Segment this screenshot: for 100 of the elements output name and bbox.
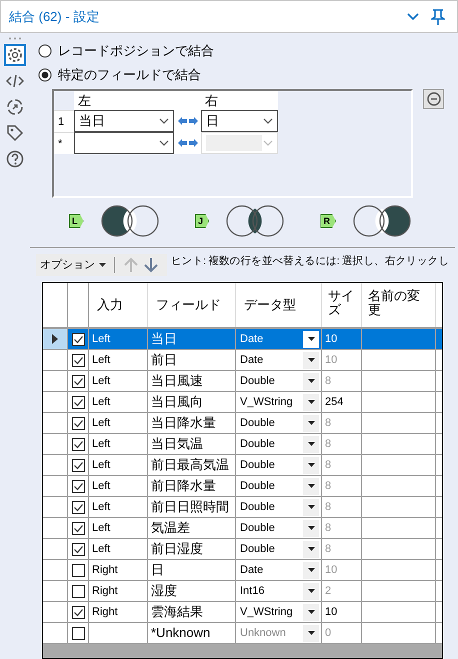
type-dropdown[interactable]: Date xyxy=(236,560,322,580)
dropdown-caret-icon xyxy=(308,526,314,530)
checkbox[interactable] xyxy=(72,500,84,514)
type-dropdown[interactable]: Double xyxy=(236,371,322,391)
type-dropdown[interactable]: Double xyxy=(236,497,322,517)
dropdown-caret-icon xyxy=(308,358,314,362)
table-cell: 当日風速 xyxy=(148,371,236,391)
table-cell: 0 xyxy=(322,623,362,643)
type-dropdown[interactable]: Int16 xyxy=(236,581,322,601)
table-cell: 日 xyxy=(148,560,236,580)
table-cell: 8 xyxy=(322,518,362,538)
table-row[interactable]: Left 気温差 Double 8 xyxy=(43,518,442,539)
checkbox[interactable] xyxy=(72,542,84,556)
table-row[interactable]: Right 雲海結果 V_WString 10 xyxy=(43,602,442,623)
double-arrow-icon xyxy=(176,116,198,126)
gear-icon xyxy=(6,46,24,64)
type-dropdown[interactable]: Double xyxy=(236,455,322,475)
column-header[interactable]: サイズ xyxy=(322,283,362,327)
table-row[interactable]: *Unknown Unknown 0 xyxy=(43,623,442,644)
type-dropdown[interactable]: Double xyxy=(236,434,322,454)
type-dropdown[interactable]: Date xyxy=(236,329,322,349)
table-cell: 前日日照時間 xyxy=(148,497,236,517)
right-field-dropdown[interactable]: 日 xyxy=(201,110,278,132)
table-row[interactable]: Left 当日気温 Double 8 xyxy=(43,434,442,455)
table-cell: 8 xyxy=(322,455,362,475)
type-dropdown[interactable]: Double xyxy=(236,539,322,559)
table-row[interactable]: Left 前日降水量 Double 8 xyxy=(43,476,442,497)
table-cell: 前日降水量 xyxy=(148,476,236,496)
table-row[interactable]: Left 当日風向 V_WString 254 xyxy=(43,392,442,413)
output-anchor[interactable]: L xyxy=(69,214,84,228)
column-header[interactable]: 入力 xyxy=(89,283,148,327)
checkbox[interactable] xyxy=(72,564,84,576)
table-cell: Right xyxy=(89,581,148,601)
table-row[interactable]: Left 当日降水量 Double 8 xyxy=(43,413,442,434)
sidebar-tab[interactable] xyxy=(4,44,26,66)
chevron-down-icon xyxy=(263,140,273,146)
table-cell: 8 xyxy=(322,539,362,559)
table-cell[interactable]: 10 xyxy=(322,602,362,622)
dropdown-caret-icon xyxy=(308,547,314,551)
checkbox[interactable] xyxy=(72,354,84,366)
type-dropdown[interactable]: V_WString xyxy=(236,602,322,622)
checkbox[interactable] xyxy=(72,438,84,450)
table-row[interactable]: Left 前日最高気温 Double 8 xyxy=(43,455,442,476)
double-arrow-icon xyxy=(176,138,198,148)
help-icon xyxy=(6,150,24,168)
checkbox[interactable] xyxy=(72,584,84,598)
table-cell[interactable]: 254 xyxy=(322,392,362,412)
checkbox[interactable] xyxy=(72,606,84,618)
table-row[interactable]: Left 前日日照時間 Double 8 xyxy=(43,497,442,518)
type-dropdown[interactable]: Double xyxy=(236,518,322,538)
column-header[interactable]: 名前の変更 xyxy=(362,283,436,327)
radio-option[interactable]: レコードポジションで結合 xyxy=(38,42,458,60)
table-cell: Right xyxy=(89,560,148,580)
checkbox[interactable] xyxy=(72,416,84,430)
dropdown-caret-icon xyxy=(308,505,314,509)
output-anchor[interactable]: J xyxy=(194,214,209,228)
table-row[interactable]: Left 前日 Date 10 xyxy=(43,350,442,371)
table-row[interactable]: Left 前日湿度 Double 8 xyxy=(43,539,442,560)
table-cell: 雲海結果 xyxy=(148,602,236,622)
type-dropdown[interactable]: V_WString xyxy=(236,392,322,412)
checkbox[interactable] xyxy=(72,374,84,388)
remove-button[interactable] xyxy=(423,89,444,109)
type-dropdown[interactable]: Date xyxy=(236,350,322,370)
tag-icon xyxy=(6,124,24,142)
output-anchor[interactable]: R xyxy=(320,214,336,228)
type-dropdown[interactable]: Double xyxy=(236,413,322,433)
dropdown-caret-icon xyxy=(308,442,314,446)
table-cell: 当日風向 xyxy=(148,392,236,412)
table-cell: 8 xyxy=(322,413,362,433)
checkbox[interactable] xyxy=(72,626,84,640)
table-row[interactable]: Right 日 Date 10 xyxy=(43,560,442,581)
row-marker: * xyxy=(54,132,74,154)
table-cell: 気温差 xyxy=(148,518,236,538)
chevron-down-icon[interactable] xyxy=(407,12,419,20)
checkbox[interactable] xyxy=(72,396,84,408)
column-header[interactable]: フィールド xyxy=(148,283,236,327)
checkbox[interactable] xyxy=(72,332,84,346)
checkbox[interactable] xyxy=(72,458,84,472)
left-field-dropdown[interactable] xyxy=(74,132,174,154)
arrow-down-icon[interactable] xyxy=(143,257,159,273)
table-cell: Left xyxy=(89,497,148,517)
options-menu[interactable]: オプション xyxy=(40,256,106,274)
checkbox[interactable] xyxy=(72,522,84,534)
radio-option[interactable]: 特定のフィールドで結合 xyxy=(38,66,458,84)
type-dropdown[interactable]: Double xyxy=(236,476,322,496)
table-row[interactable]: Left 当日 Date 10 xyxy=(43,329,442,350)
column-header[interactable]: データ型 xyxy=(236,283,322,327)
table-cell: 10 xyxy=(322,560,362,580)
table-cell: 10 xyxy=(322,329,362,349)
table-cell: 当日 xyxy=(148,329,236,349)
code-icon xyxy=(6,72,24,90)
column-header: 右 xyxy=(201,91,278,110)
left-field-dropdown[interactable]: 当日 xyxy=(74,110,174,132)
pin-icon[interactable] xyxy=(431,8,445,24)
sidebar-tab[interactable] xyxy=(4,148,26,170)
checkbox[interactable] xyxy=(72,480,84,492)
table-row[interactable]: Left 当日風速 Double 8 xyxy=(43,371,442,392)
chevron-down-icon xyxy=(159,118,169,124)
row-marker: 1 xyxy=(54,110,74,132)
table-row[interactable]: Right 湿度 Int16 2 xyxy=(43,581,442,602)
